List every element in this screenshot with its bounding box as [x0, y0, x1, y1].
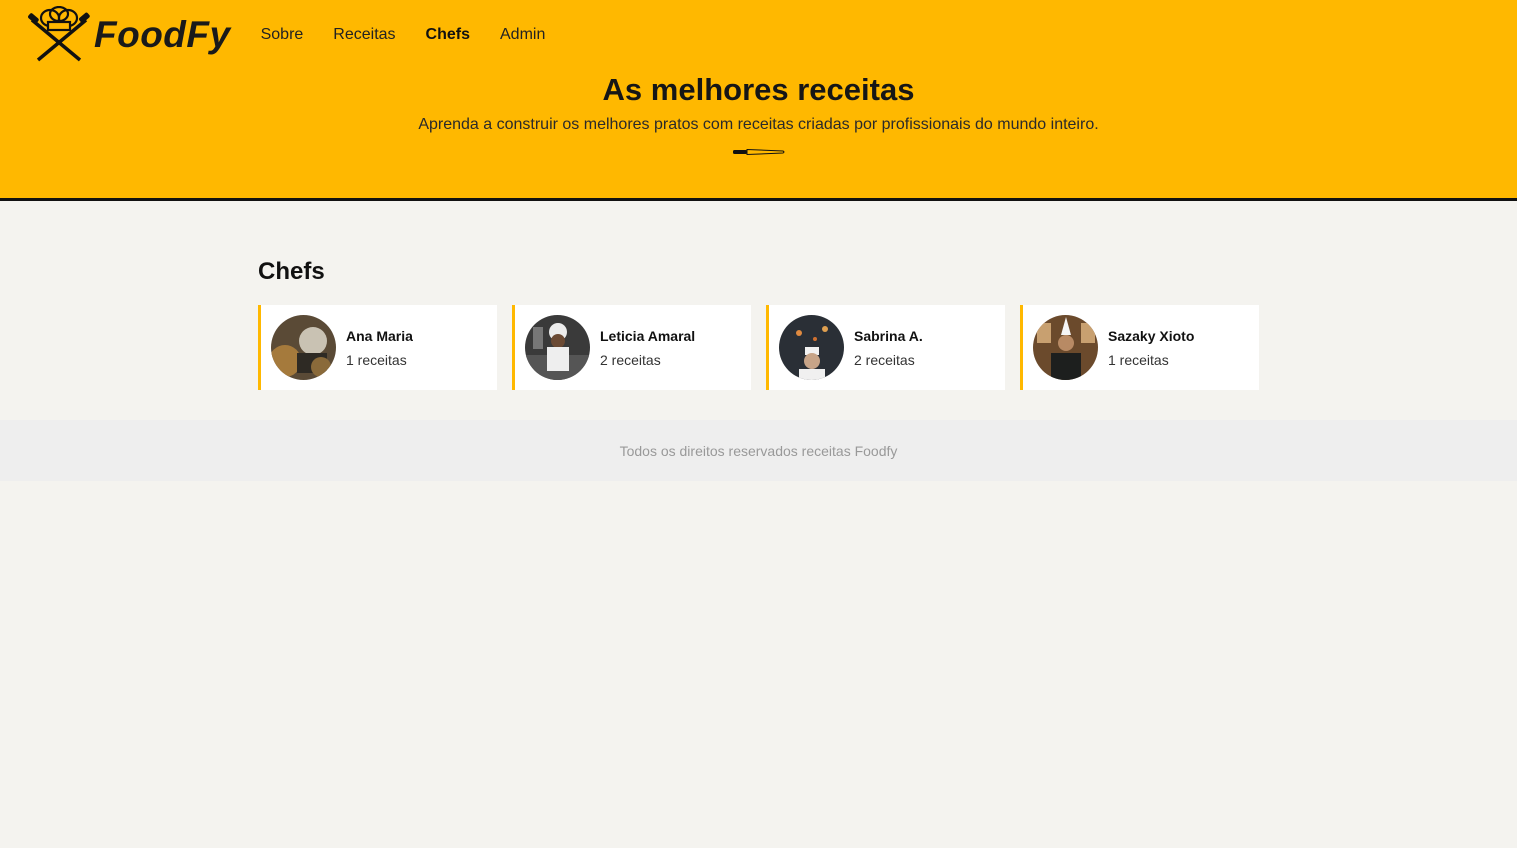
chef-name: Sazaky Xioto — [1108, 327, 1195, 344]
knife-icon — [0, 148, 1517, 156]
brand-logo[interactable]: FoodFy — [28, 6, 231, 64]
chef-recipe-count: 2 receitas — [600, 351, 661, 368]
chef-recipe-count: 1 receitas — [346, 351, 407, 368]
section-title: Chefs — [258, 258, 325, 285]
hero: As melhores receitas Aprenda a construir… — [0, 72, 1517, 156]
nav-receitas[interactable]: Receitas — [333, 26, 395, 44]
hero-subtitle: Aprenda a construir os melhores pratos c… — [418, 116, 1099, 133]
chef-list: Ana Maria 1 receitas Leticia Amaral 2 re… — [258, 305, 1259, 390]
chefs-section: Chefs Ana Maria 1 receitas Leticia Amara… — [258, 201, 1259, 390]
chef-recipe-count: 1 receitas — [1108, 351, 1169, 368]
chef-card[interactable]: Sazaky Xioto 1 receitas — [1020, 305, 1259, 390]
chef-card[interactable]: Leticia Amaral 2 receitas — [512, 305, 751, 390]
chef-card[interactable]: Sabrina A. 2 receitas — [766, 305, 1005, 390]
avatar — [271, 315, 336, 380]
topbar: FoodFy Sobre Receitas Chefs Admin — [28, 6, 575, 64]
hero-title: As melhores receitas — [602, 72, 915, 107]
avatar — [525, 315, 590, 380]
chef-recipe-count: 2 receitas — [854, 351, 915, 368]
site-header: FoodFy Sobre Receitas Chefs Admin As mel… — [0, 0, 1517, 201]
avatar — [779, 315, 844, 380]
footer-text: Todos os direitos reservados receitas Fo… — [619, 442, 898, 459]
site-footer: Todos os direitos reservados receitas Fo… — [0, 420, 1517, 481]
avatar — [1033, 315, 1098, 380]
chef-logo-icon — [28, 6, 90, 64]
chef-name: Leticia Amaral — [600, 327, 696, 344]
brand-name: FoodFy — [94, 14, 231, 55]
chef-name: Ana Maria — [346, 327, 413, 344]
nav-admin[interactable]: Admin — [500, 26, 545, 44]
main-nav: Sobre Receitas Chefs Admin — [261, 26, 576, 44]
chef-card[interactable]: Ana Maria 1 receitas — [258, 305, 497, 390]
nav-chefs[interactable]: Chefs — [426, 26, 470, 44]
nav-sobre[interactable]: Sobre — [261, 26, 304, 44]
chef-name: Sabrina A. — [854, 327, 923, 344]
